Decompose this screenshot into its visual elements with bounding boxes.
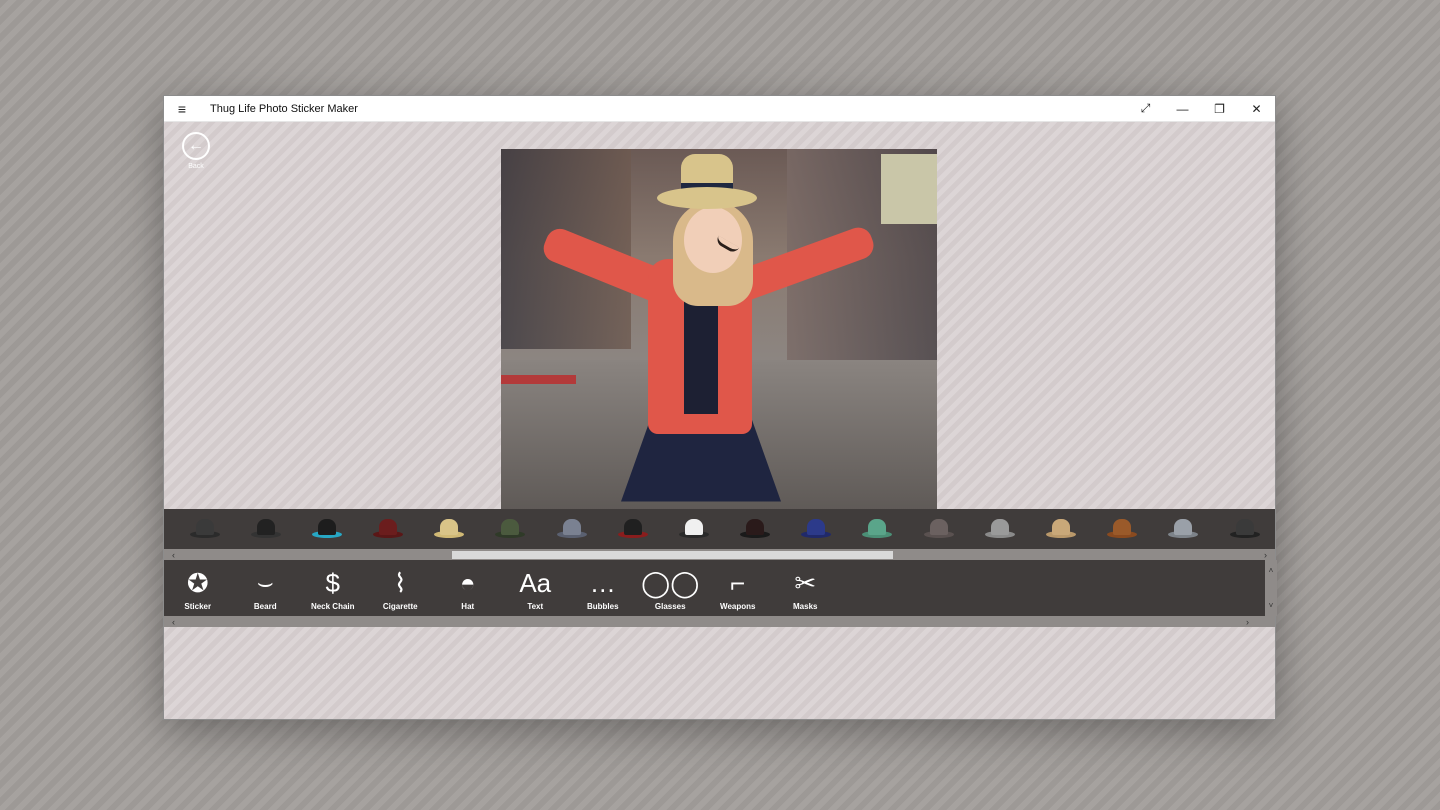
tool-hat-button[interactable]: ◓ Hat — [434, 560, 502, 616]
hat-sticker-thumb[interactable] — [969, 509, 1030, 549]
back-button[interactable]: ← — [182, 132, 210, 160]
hamburger-menu-icon[interactable]: ≡ — [164, 96, 200, 122]
tool-beard-button[interactable]: ⌣ Beard — [232, 560, 300, 616]
tool-label: Beard — [253, 602, 277, 611]
scroll-right-icon[interactable]: › — [1264, 550, 1267, 560]
hat-icon — [434, 517, 465, 541]
tool-vertical-scrollbar[interactable]: ˄ ˅ — [1265, 560, 1277, 616]
tool-label: Masks — [793, 602, 818, 611]
text-icon: Aa — [519, 567, 552, 598]
tool-label: Text — [527, 602, 544, 611]
tool-bubbles-button[interactable]: … Bubbles — [569, 560, 637, 616]
scroll-right-icon[interactable]: › — [1246, 617, 1249, 627]
hat-sticker-thumb[interactable] — [296, 509, 357, 549]
fullscreen-icon[interactable]: ⤢ — [1127, 96, 1164, 122]
hat-sticker-thumb[interactable] — [663, 509, 724, 549]
hat-sticker-thumb[interactable] — [480, 509, 541, 549]
glasses-icon: ◯◯ — [641, 567, 700, 598]
tool-glasses-button[interactable]: ◯◯ Glasses — [637, 560, 705, 616]
hat-icon — [250, 517, 281, 541]
sticker-scrollbar[interactable]: ‹ › — [164, 549, 1275, 560]
tool-label: Neck Chain — [310, 602, 355, 611]
bubbles-icon: … — [589, 567, 616, 598]
hat-sticker-thumb[interactable] — [1153, 509, 1214, 549]
back-label: Back — [188, 163, 204, 170]
tool-weapons-button[interactable]: ⌐ Weapons — [704, 560, 772, 616]
scroll-left-icon[interactable]: ‹ — [172, 550, 175, 560]
beard-icon: ⌣ — [256, 567, 274, 597]
window-controls: ⤢ — ❐ ✕ — [1127, 96, 1275, 122]
tool-cigarette-button[interactable]: ⌇ Cigarette — [367, 560, 435, 616]
neck-chain-icon: $ — [325, 567, 340, 598]
tool-scrollbar[interactable]: ‹ › — [164, 616, 1275, 627]
hat-icon — [1045, 517, 1076, 541]
hat-sticker-thumb[interactable] — [1030, 509, 1091, 549]
hat-icon — [495, 517, 526, 541]
tool-label: Bubbles — [586, 602, 619, 611]
hat-icon — [740, 517, 771, 541]
hat-sticker-thumb[interactable] — [786, 509, 847, 549]
minimize-button[interactable]: — — [1164, 96, 1201, 122]
hat-icon — [678, 517, 709, 541]
tool-label: Cigarette — [382, 602, 418, 611]
hat-icon — [862, 517, 893, 541]
back-arrow-icon: ← — [188, 137, 204, 154]
sticker-icon: ✪ — [186, 567, 209, 598]
title-bar: ≡ Thug Life Photo Sticker Maker ⤢ — ❐ ✕ — [164, 96, 1275, 122]
scrollbar-thumb[interactable] — [452, 551, 893, 559]
tool-masks-button[interactable]: ✂ Masks — [772, 560, 840, 616]
weapons-icon: ⌐ — [730, 567, 746, 598]
photo-canvas[interactable] — [501, 149, 937, 510]
hat-sticker-thumb[interactable] — [847, 509, 908, 549]
hat-sticker-thumb[interactable] — [1092, 509, 1153, 549]
tool-neck-chain-button[interactable]: $ Neck Chain — [299, 560, 367, 616]
tool-bar: ✪ Sticker ⌣ Beard $ Neck Chain ⌇ Cigarette ◓ Hat A… — [164, 560, 1265, 616]
hat-icon — [984, 517, 1015, 541]
hat-icon — [923, 517, 954, 541]
hat-icon: ◓ — [459, 567, 476, 598]
tool-label: Hat — [461, 602, 475, 611]
hat-icon — [617, 517, 648, 541]
scroll-up-icon[interactable]: ˄ — [1269, 566, 1274, 575]
hat-icon — [1229, 517, 1260, 541]
hat-icon — [801, 517, 832, 541]
hat-icon — [1107, 517, 1138, 541]
hat-sticker-thumb[interactable] — [358, 509, 419, 549]
hat-sticker-thumb[interactable] — [174, 509, 235, 549]
cigarette-icon: ⌇ — [393, 567, 407, 598]
hat-sticker-thumb[interactable] — [1214, 509, 1275, 549]
tool-label: Weapons — [720, 602, 756, 611]
sticker-strip — [164, 509, 1275, 549]
tool-text-button[interactable]: Aa Text — [502, 560, 570, 616]
hat-sticker-thumb[interactable] — [725, 509, 786, 549]
tool-label: Sticker — [184, 602, 212, 611]
hat-icon — [556, 517, 587, 541]
hat-icon — [1168, 517, 1199, 541]
scroll-down-icon[interactable]: ˅ — [1269, 601, 1274, 610]
hat-icon — [373, 517, 404, 541]
hat-sticker-thumb[interactable] — [419, 509, 480, 549]
tool-sticker-button[interactable]: ✪ Sticker — [164, 560, 232, 616]
hat-sticker-thumb[interactable] — [235, 509, 296, 549]
masks-icon: ✂ — [794, 567, 817, 598]
restore-button[interactable]: ❐ — [1201, 96, 1238, 122]
hat-icon — [311, 517, 342, 541]
hat-icon — [189, 517, 220, 541]
hat-sticker-thumb[interactable] — [908, 509, 969, 549]
hat-sticker-thumb[interactable] — [602, 509, 663, 549]
app-window: ≡ Thug Life Photo Sticker Maker ⤢ — ❐ ✕ … — [163, 95, 1277, 720]
app-title: Thug Life Photo Sticker Maker — [210, 102, 358, 115]
tool-label: Glasses — [654, 602, 686, 611]
close-button[interactable]: ✕ — [1238, 96, 1275, 122]
scroll-left-icon[interactable]: ‹ — [172, 617, 175, 627]
hat-sticker-thumb[interactable] — [541, 509, 602, 549]
